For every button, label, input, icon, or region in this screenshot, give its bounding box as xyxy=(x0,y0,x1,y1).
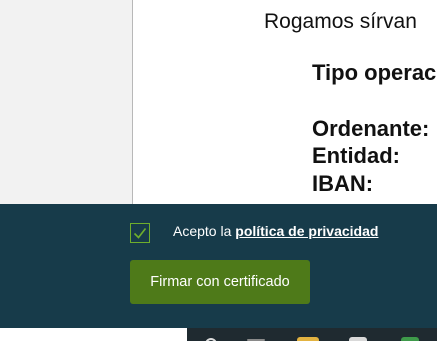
taskbar xyxy=(187,328,437,341)
entity-label: Entidad: xyxy=(312,143,400,168)
left-side-panel xyxy=(0,0,132,204)
privacy-policy-link[interactable]: política de privacidad xyxy=(235,223,378,239)
iban-label: IBAN: xyxy=(312,171,374,196)
consent-text: Acepto la política de privacidad xyxy=(173,223,378,239)
document-icon[interactable] xyxy=(349,337,367,341)
folder-icon[interactable] xyxy=(297,337,319,341)
sign-with-certificate-button[interactable]: Firmar con certificado xyxy=(130,260,310,304)
checkmark-icon xyxy=(133,228,147,239)
spreadsheet-icon[interactable] xyxy=(401,337,419,341)
taskbar-blank-area xyxy=(0,328,187,341)
document-preview: Rogamos sírvan Tipo operac Ordenante: En… xyxy=(133,0,437,204)
privacy-consent-checkbox[interactable] xyxy=(130,223,150,243)
browser-page: Rogamos sírvan Tipo operac Ordenante: En… xyxy=(0,0,437,341)
operation-type-label: Tipo operac xyxy=(312,60,437,85)
consent-text-prefix: Acepto la xyxy=(173,223,232,239)
ordering-party-label: Ordenante: xyxy=(312,116,430,141)
document-intro-text: Rogamos sírvan xyxy=(264,10,417,33)
